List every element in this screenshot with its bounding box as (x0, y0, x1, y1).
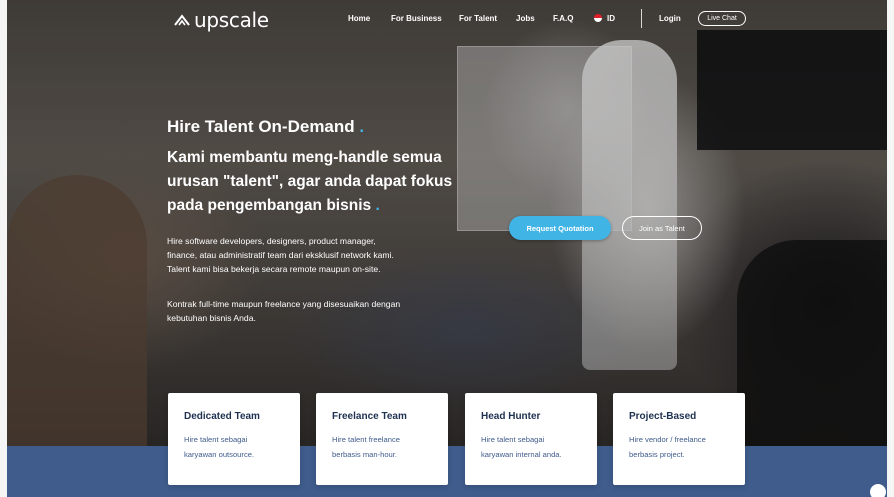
live-chat-button[interactable]: Live Chat (698, 11, 746, 26)
nav-login[interactable]: Login (659, 14, 681, 23)
hero-description-line: Kontrak full-time maupun freelance yang … (167, 299, 401, 309)
card-description: Hire talent sebagai karyawan internal an… (481, 432, 581, 462)
card-description: Hire vendor / freelance berbasis project… (629, 432, 729, 462)
card-title: Head Hunter (481, 411, 541, 422)
top-navigation: Home For Business For Talent Jobs F.A.Q … (0, 14, 894, 28)
card-description: Hire talent sebagai karyawan outsource. (184, 432, 284, 462)
hero-subtitle-line: urusan "talent", agar anda dapat fokus (167, 173, 453, 190)
hero-description-line: Hire software developers, designers, pro… (167, 236, 376, 246)
hero-subtitle-line: Kami membantu meng-handle semua (167, 149, 442, 166)
card-description-line: berbasis project. (629, 450, 685, 459)
hero-description-line: Talent kami bisa bekerja secara remote m… (167, 264, 381, 274)
nav-for-talent[interactable]: For Talent (459, 14, 497, 23)
card-description-line: berbasis man-hour. (332, 450, 398, 459)
card-description-line: Hire talent sebagai (184, 435, 248, 444)
hero-subtitle: Kami membantu meng-handle semua urusan "… (167, 146, 457, 218)
service-card-dedicated-team[interactable]: Dedicated Team Hire talent sebagai karya… (168, 393, 300, 485)
card-title: Dedicated Team (184, 411, 260, 422)
hero-description: Hire software developers, designers, pro… (167, 234, 467, 276)
hero-background-image (7, 0, 887, 446)
card-title: Freelance Team (332, 411, 407, 422)
hero-subtitle-dot: . (375, 197, 380, 214)
hero-description-line: kebutuhan bisnis Anda. (167, 313, 256, 323)
request-quotation-button[interactable]: Request Quotation (509, 216, 611, 240)
indonesia-flag-icon[interactable] (594, 14, 602, 22)
page: upscale Home For Business For Talent Job… (0, 0, 894, 497)
hero-description-contract: Kontrak full-time maupun freelance yang … (167, 297, 467, 325)
card-description-line: Hire talent freelance (332, 435, 400, 444)
card-description: Hire talent freelance berbasis man-hour. (332, 432, 432, 462)
nav-faq[interactable]: F.A.Q (553, 14, 573, 23)
hero-title: Hire Talent On-Demand . (167, 117, 364, 137)
nav-home[interactable]: Home (348, 14, 370, 23)
page-edge (887, 0, 894, 497)
service-card-project-based[interactable]: Project-Based Hire vendor / freelance be… (613, 393, 745, 485)
nav-for-business[interactable]: For Business (391, 14, 442, 23)
card-description-line: karyawan internal anda. (481, 450, 562, 459)
hero-title-text: Hire Talent On-Demand (167, 117, 355, 136)
card-description-line: karyawan outsource. (184, 450, 255, 459)
card-title: Project-Based (629, 411, 697, 422)
language-switch[interactable]: ID (607, 14, 615, 23)
service-card-head-hunter[interactable]: Head Hunter Hire talent sebagai karyawan… (465, 393, 597, 485)
nav-jobs[interactable]: Jobs (516, 14, 535, 23)
hero-title-dot: . (359, 117, 365, 136)
hero-subtitle-text: pada pengembangan bisnis (167, 197, 372, 214)
hero-subtitle-line: pada pengembangan bisnis . (167, 194, 457, 218)
service-card-freelance-team[interactable]: Freelance Team Hire talent freelance ber… (316, 393, 448, 485)
card-description-line: Hire vendor / freelance (629, 435, 706, 444)
scroll-indicator[interactable] (870, 484, 886, 497)
nav-divider (641, 9, 642, 28)
hero-overlay (7, 0, 887, 446)
card-description-line: Hire talent sebagai (481, 435, 545, 444)
join-as-talent-button[interactable]: Join as Talent (622, 216, 702, 240)
hero-description-line: finance, atau administratif team dari ek… (167, 250, 394, 260)
